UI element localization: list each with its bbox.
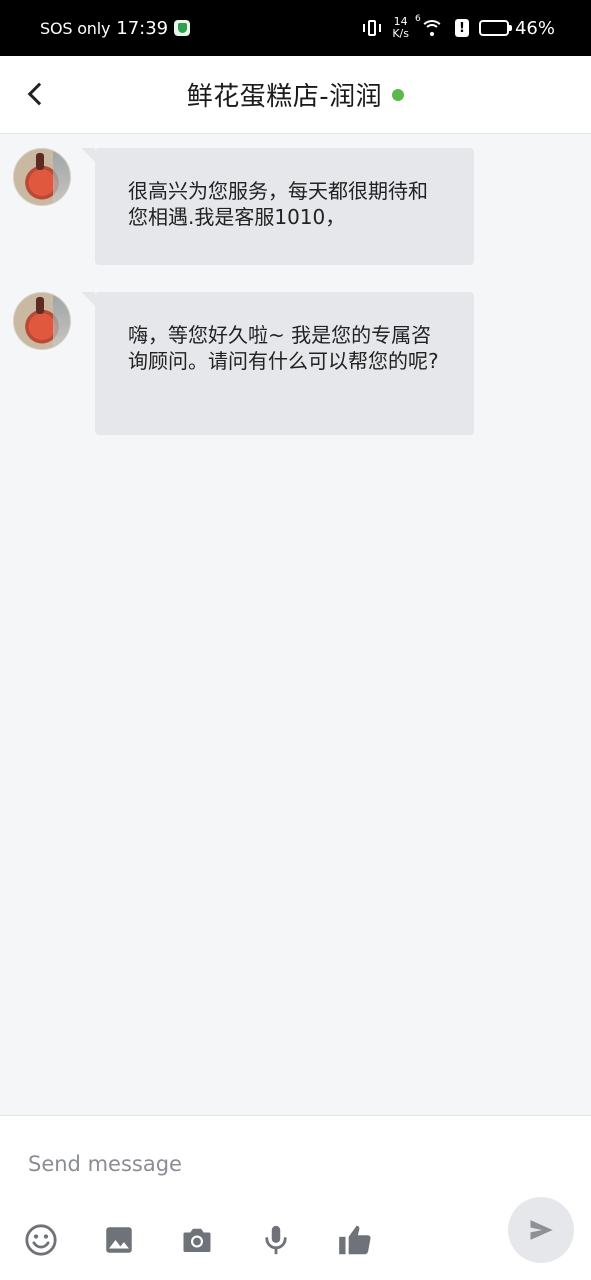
battery: 46% (478, 17, 555, 39)
security-shield-icon (174, 20, 191, 36)
status-left: SOS only 17:39 (40, 17, 191, 39)
title-wrap: 鲜花蛋糕店-润润 (186, 76, 405, 113)
emoji-button[interactable] (21, 1220, 61, 1260)
message-bubble: 很高兴为您服务，每天都很期待和您相遇.我是客服1010， (81, 148, 474, 265)
battery-icon (478, 20, 512, 36)
online-status-dot (392, 88, 405, 101)
emoji-icon (25, 1224, 57, 1256)
agent-avatar[interactable] (13, 292, 71, 350)
network-speed-unit: K/s (392, 27, 409, 40)
thumbs-up-icon (339, 1225, 371, 1255)
chevron-left-icon (27, 82, 51, 106)
carrier-text: SOS only (40, 18, 111, 38)
vibrate-icon (362, 18, 382, 38)
status-right: 14 K/s 6 ! 46% (362, 14, 555, 40)
microphone-icon (265, 1225, 287, 1255)
send-button[interactable] (508, 1197, 574, 1263)
wifi-6-badge: 6 (414, 14, 421, 24)
page-title: 鲜花蛋糕店-润润 (186, 82, 383, 112)
image-button[interactable] (99, 1220, 139, 1260)
wifi-icon: 6 (415, 14, 445, 38)
chat-header: 鲜花蛋糕店-润润 (0, 56, 591, 134)
battery-percent: 46% (514, 17, 555, 39)
camera-button[interactable] (177, 1220, 217, 1260)
status-bar: SOS only 17:39 14 K/s 6 ! 46% (0, 0, 591, 56)
camera-icon (183, 1228, 211, 1252)
back-button[interactable] (18, 76, 54, 112)
like-button[interactable] (335, 1220, 375, 1260)
message-bubble: 嗨，等您好久啦~ 我是您的专属咨询顾问。请问有什么可以帮您的呢? (81, 292, 474, 435)
network-speed: 14 K/s (392, 16, 409, 40)
voice-button[interactable] (256, 1220, 296, 1260)
message-list[interactable]: 很高兴为您服务，每天都很期待和您相遇.我是客服1010， 嗨，等您好久啦~ 我是… (0, 135, 591, 1115)
composer-toolbar (0, 1214, 591, 1264)
send-icon (530, 1220, 553, 1240)
image-icon (106, 1227, 132, 1253)
alert-icon: ! (454, 19, 469, 37)
clock: 17:39 (116, 17, 169, 39)
message-input[interactable] (14, 1142, 574, 1186)
agent-avatar[interactable] (13, 148, 71, 206)
composer (0, 1115, 591, 1280)
